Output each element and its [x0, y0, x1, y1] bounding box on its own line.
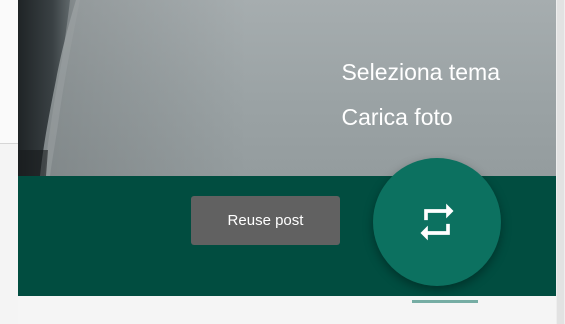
repeat-icon [420, 203, 454, 241]
cover-menu: Seleziona tema Carica foto [341, 58, 500, 131]
left-top-panel [0, 0, 18, 144]
scrollbar-thumb[interactable] [557, 0, 564, 324]
right-scrollbar[interactable] [556, 0, 565, 324]
left-page-strip [0, 0, 18, 324]
reuse-post-tooltip: Reuse post [191, 196, 340, 245]
left-divider [0, 143, 18, 144]
bottom-strip [18, 296, 556, 324]
upload-photo-link[interactable]: Carica foto [341, 103, 500, 131]
select-theme-link[interactable]: Seleziona tema [341, 58, 500, 86]
reuse-post-button[interactable] [373, 158, 501, 286]
cover-photo: Seleziona tema Carica foto [18, 0, 556, 176]
bottom-accent [412, 300, 478, 303]
